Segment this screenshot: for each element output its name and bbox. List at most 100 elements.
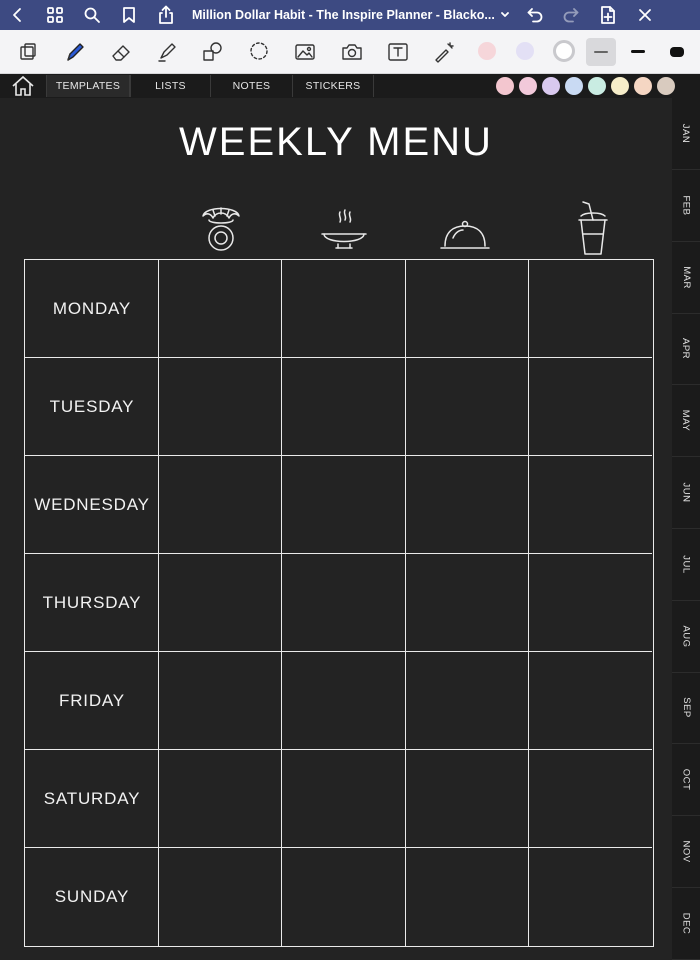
meal-cell[interactable] xyxy=(159,260,282,358)
shapes-icon[interactable] xyxy=(198,37,228,67)
meal-cell[interactable] xyxy=(529,652,652,750)
stroke-thick-option[interactable] xyxy=(670,47,684,57)
grid-icon[interactable] xyxy=(40,0,70,30)
stroke-medium-option[interactable] xyxy=(631,50,645,53)
undo-icon[interactable] xyxy=(520,0,550,30)
meal-cell[interactable] xyxy=(529,848,652,946)
month-tab-label: FEB xyxy=(680,195,692,216)
table-row: FRIDAY xyxy=(25,652,653,750)
day-label: SATURDAY xyxy=(43,789,141,808)
drink-cup-icon xyxy=(563,198,623,258)
meal-cell[interactable] xyxy=(282,848,406,946)
table-row: TUESDAY xyxy=(25,358,653,456)
app-top-bar: Million Dollar Habit - The Inspire Plann… xyxy=(0,0,700,30)
month-tab-label: NOV xyxy=(680,840,692,863)
nav-tab-templates[interactable]: TEMPLATES xyxy=(46,75,130,97)
color-swatch[interactable] xyxy=(657,77,675,95)
meal-cell[interactable] xyxy=(406,848,529,946)
home-icon[interactable] xyxy=(8,74,38,98)
meal-cell[interactable] xyxy=(406,554,529,652)
month-tab-jul[interactable]: JUL xyxy=(672,529,700,601)
nav-tab-stickers[interactable]: STICKERS xyxy=(292,75,374,97)
month-tab-sep[interactable]: SEP xyxy=(672,672,700,745)
chevron-left-icon[interactable] xyxy=(2,0,32,30)
meal-cell[interactable] xyxy=(159,750,282,848)
meal-cell[interactable] xyxy=(159,358,282,456)
meal-cell[interactable] xyxy=(406,652,529,750)
soup-bowl-icon xyxy=(314,198,374,258)
meal-cell[interactable] xyxy=(406,358,529,456)
color-swatch[interactable] xyxy=(542,77,560,95)
meal-cell[interactable] xyxy=(529,554,652,652)
color-swatch[interactable] xyxy=(496,77,514,95)
month-tab-may[interactable]: MAY xyxy=(672,385,700,458)
nav-tab-notes[interactable]: NOTES xyxy=(210,75,292,97)
text-icon[interactable] xyxy=(383,37,413,67)
meal-cell[interactable] xyxy=(529,260,652,358)
chevron-down-icon[interactable] xyxy=(492,0,518,30)
laser-pointer-icon[interactable] xyxy=(429,37,459,67)
month-tab-label: JAN xyxy=(680,123,692,144)
pen-icon[interactable] xyxy=(60,37,90,67)
month-tab-aug[interactable]: AUG xyxy=(672,601,700,673)
meal-cell[interactable] xyxy=(282,750,406,848)
month-tab-feb[interactable]: FEB xyxy=(672,170,700,242)
meal-cell[interactable] xyxy=(529,456,652,554)
meal-cell[interactable] xyxy=(159,554,282,652)
meal-cell[interactable] xyxy=(159,652,282,750)
meal-cell[interactable] xyxy=(406,260,529,358)
meal-cell[interactable] xyxy=(282,652,406,750)
camera-icon[interactable] xyxy=(337,37,367,67)
bookmark-icon[interactable] xyxy=(114,0,144,30)
table-row: SATURDAY xyxy=(25,750,653,848)
day-cell: MONDAY xyxy=(25,260,159,358)
color-swatch[interactable] xyxy=(565,77,583,95)
month-tab-label: SEP xyxy=(680,697,692,719)
month-tab-mar[interactable]: MAR xyxy=(672,242,700,314)
meal-cell[interactable] xyxy=(282,554,406,652)
day-label: SUNDAY xyxy=(54,887,130,906)
redo-icon[interactable] xyxy=(556,0,586,30)
pen-color-swatch[interactable] xyxy=(516,42,534,60)
month-tab-apr[interactable]: APR xyxy=(672,313,700,386)
image-icon[interactable] xyxy=(290,37,320,67)
day-label: MONDAY xyxy=(52,299,132,318)
document-title[interactable]: Million Dollar Habit - The Inspire Plann… xyxy=(192,0,518,30)
month-tab-label: JUL xyxy=(680,555,692,574)
lasso-icon[interactable] xyxy=(244,37,274,67)
month-tab-label: DEC xyxy=(680,912,692,935)
meal-cell[interactable] xyxy=(282,456,406,554)
month-tab-oct[interactable]: OCT xyxy=(672,744,700,817)
month-tab-dec[interactable]: DEC xyxy=(672,888,700,960)
month-tab-jun[interactable]: JUN xyxy=(672,457,700,529)
pen-color-swatch[interactable] xyxy=(478,42,496,60)
color-swatch[interactable] xyxy=(519,77,537,95)
meal-cell[interactable] xyxy=(529,750,652,848)
meal-cell[interactable] xyxy=(406,456,529,554)
zoom-tool-icon[interactable] xyxy=(13,37,43,67)
meal-cell[interactable] xyxy=(529,358,652,456)
color-swatch[interactable] xyxy=(634,77,652,95)
weekly-menu-grid: MONDAY TUESDAY WEDNESDAY THURSDAY FRIDAY SATU… xyxy=(24,259,654,947)
meal-cell[interactable] xyxy=(159,848,282,946)
month-tab-jan[interactable]: JAN xyxy=(672,98,700,170)
highlighter-icon[interactable] xyxy=(152,37,182,67)
month-tab-nov[interactable]: NOV xyxy=(672,816,700,888)
color-swatch[interactable] xyxy=(588,77,606,95)
pen-color-swatch-selected[interactable] xyxy=(553,40,575,62)
close-icon[interactable] xyxy=(630,0,660,30)
meal-cell[interactable] xyxy=(282,358,406,456)
month-tab-label: JUN xyxy=(680,482,692,503)
search-icon[interactable] xyxy=(77,0,107,30)
tool-toolbar xyxy=(0,30,700,74)
meal-cell[interactable] xyxy=(282,260,406,358)
eraser-icon[interactable] xyxy=(106,37,136,67)
meal-cell[interactable] xyxy=(406,750,529,848)
nav-tab-lists[interactable]: LISTS xyxy=(130,75,210,97)
color-swatch[interactable] xyxy=(611,77,629,95)
month-tab-label: OCT xyxy=(680,768,692,791)
share-icon[interactable] xyxy=(151,0,181,30)
meal-cell[interactable] xyxy=(159,456,282,554)
day-cell: TUESDAY xyxy=(25,358,159,456)
add-page-icon[interactable] xyxy=(593,0,623,30)
